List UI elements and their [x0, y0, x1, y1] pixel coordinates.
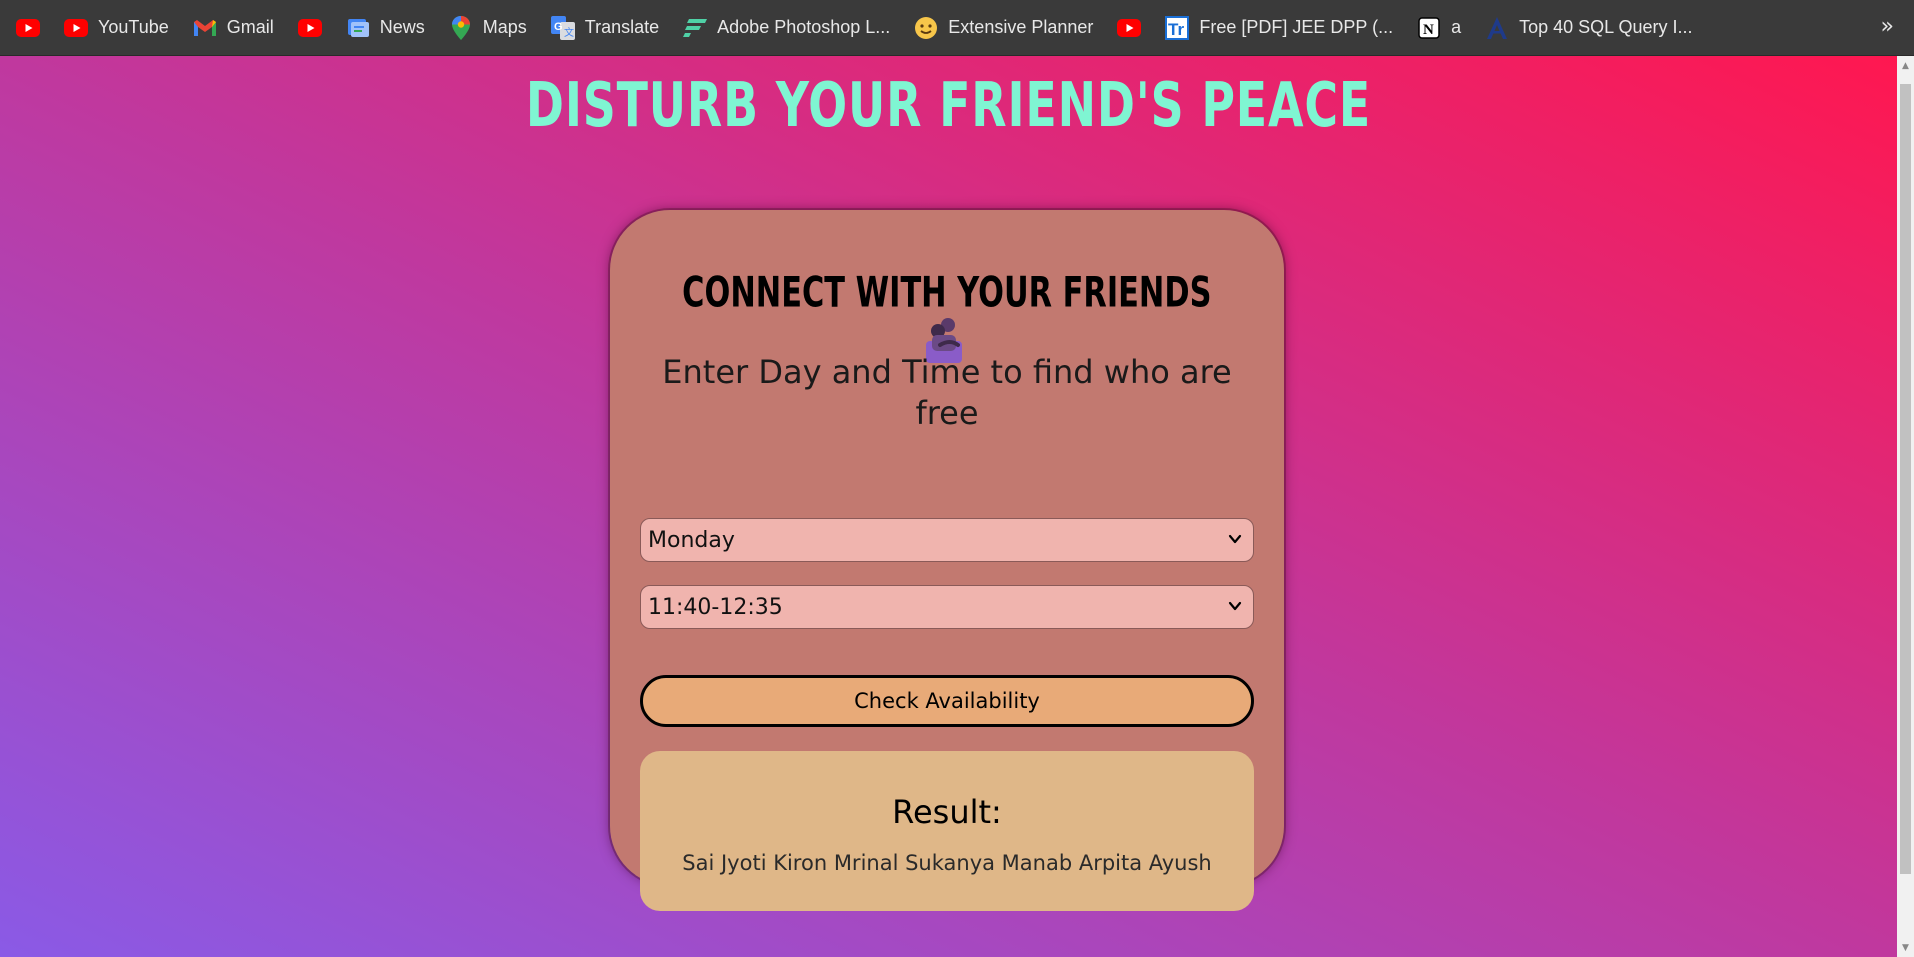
youtube-icon — [1117, 16, 1142, 40]
availability-card: Connect with your friends Enter Day and … — [610, 210, 1284, 911]
bookmark-label: Translate — [584, 17, 660, 37]
bookmark-maps[interactable]: Maps — [449, 10, 537, 46]
svg-text:G: G — [554, 21, 563, 33]
card-heading-text: Connect with your friends — [682, 267, 1212, 317]
bookmark-label: Extensive Planner — [948, 17, 1094, 37]
notion-icon: N — [1417, 16, 1441, 40]
card-heading: Connect with your friends — [610, 267, 1284, 363]
time-select[interactable]: 11:40-12:35 — [640, 585, 1254, 629]
youtube-icon — [297, 16, 322, 40]
bookmark-gmail[interactable]: Gmail — [193, 10, 284, 46]
more-bookmarks-icon[interactable]: » — [1881, 14, 1894, 39]
scroll-down-icon[interactable]: ▼ — [1897, 940, 1914, 957]
day-select-value: Monday — [648, 527, 735, 553]
chevron-down-icon — [1228, 534, 1242, 544]
check-availability-button[interactable]: Check Availability — [640, 675, 1254, 727]
bookmark-label: Gmail — [226, 17, 274, 37]
bookmark-youtube[interactable]: YouTube — [64, 10, 179, 46]
bookmark-notion[interactable]: N a — [1417, 10, 1471, 46]
bookmark-photoshop[interactable]: Adobe Photoshop L... — [683, 10, 900, 46]
scroll-up-icon[interactable]: ▲ — [1897, 58, 1914, 75]
instruction-text: Enter Day and Time to find who are free — [662, 353, 1232, 432]
chevron-down-icon — [1228, 601, 1242, 611]
bookmark-label: a — [1451, 17, 1462, 37]
bookmark-label: Top 40 SQL Query I... — [1519, 17, 1693, 37]
bookmark-translate[interactable]: G文 Translate — [550, 10, 669, 46]
day-select[interactable]: Monday — [640, 518, 1254, 562]
bookmark-label: News — [379, 17, 425, 37]
bookmark-label: YouTube — [98, 17, 169, 37]
maps-icon — [449, 15, 473, 40]
svg-text:N: N — [1423, 22, 1434, 38]
svg-text:Tr: Tr — [1168, 20, 1184, 39]
page-title: Disturb your friend's Peace — [525, 70, 1372, 142]
result-panel: Result: Sai Jyoti Kiron Mrinal Sukanya M… — [640, 751, 1254, 911]
sql-site-icon — [1485, 16, 1509, 40]
smiley-icon — [914, 16, 938, 40]
bookmark-label: Maps — [482, 17, 527, 37]
svg-text:文: 文 — [564, 26, 574, 39]
page-scrollbar[interactable]: ▲ ▼ — [1897, 56, 1914, 957]
bookmark-youtube-3[interactable] — [1117, 10, 1151, 46]
page-content: Disturb your friend's Peace Connect with… — [0, 56, 1897, 957]
bookmark-news[interactable]: News — [346, 10, 435, 46]
photoshop-icon — [683, 16, 708, 40]
bookmark-youtube-1[interactable] — [16, 10, 50, 46]
result-title: Result: — [892, 793, 1002, 831]
youtube-icon — [64, 16, 88, 40]
translate-icon: G文 — [550, 15, 575, 40]
gmail-icon — [193, 16, 217, 40]
pdf-site-icon: Tr — [1165, 15, 1190, 40]
bookmark-extensive-planner[interactable]: Extensive Planner — [914, 10, 1103, 46]
bookmarks-bar: YouTube Gmail News Maps G文 Translate Ado… — [0, 0, 1914, 56]
news-icon — [346, 16, 370, 40]
result-names: Sai Jyoti Kiron Mrinal Sukanya Manab Arp… — [682, 851, 1212, 875]
bookmark-youtube-2[interactable] — [297, 10, 332, 46]
bookmark-sql-query[interactable]: Top 40 SQL Query I... — [1485, 10, 1702, 46]
bookmark-label: Adobe Photoshop L... — [717, 17, 891, 37]
time-select-value: 11:40-12:35 — [648, 594, 783, 620]
bookmark-jee-dpp[interactable]: Tr Free [PDF] JEE DPP (... — [1165, 10, 1403, 46]
scroll-thumb[interactable] — [1900, 84, 1911, 874]
youtube-icon — [16, 16, 40, 40]
bookmark-label: Free [PDF] JEE DPP (... — [1199, 17, 1394, 37]
